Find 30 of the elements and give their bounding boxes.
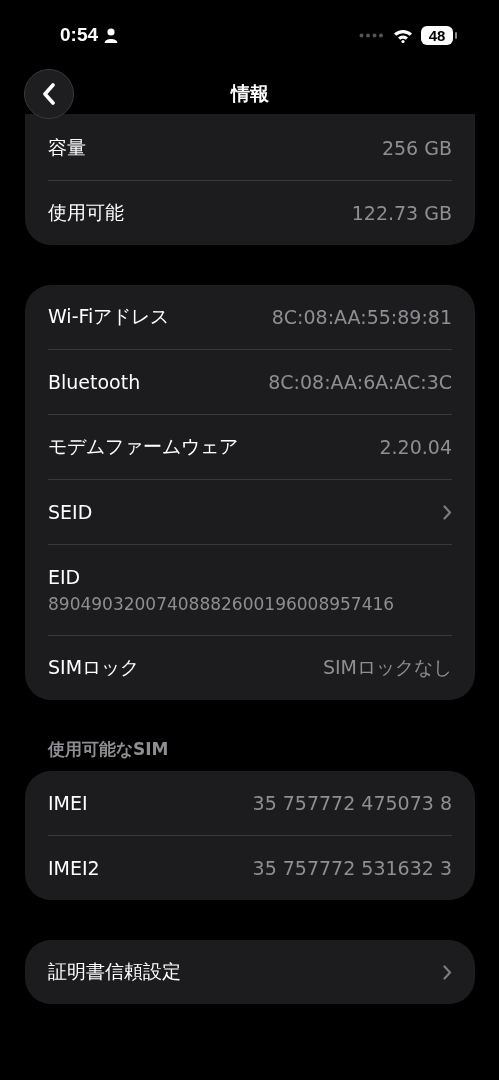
row-value: 35 757772 531632 3 bbox=[252, 857, 452, 879]
signal-icon bbox=[359, 32, 385, 38]
settings-row[interactable]: SEID bbox=[48, 480, 452, 545]
row-value: 8C:08:AA:6A:AC:3C bbox=[268, 371, 452, 393]
row-label: 容量 bbox=[48, 135, 86, 160]
back-button[interactable] bbox=[24, 69, 74, 119]
row-label: SIMロック bbox=[48, 655, 140, 680]
row-label: 使用可能 bbox=[48, 200, 124, 225]
row-value: SIMロックなし bbox=[322, 655, 452, 680]
chevron-icon bbox=[443, 504, 452, 520]
row-value: 256 GB bbox=[381, 137, 452, 159]
row-value: 8C:08:AA:55:89:81 bbox=[271, 306, 452, 328]
row-label: Wi-Fiアドレス bbox=[48, 304, 170, 329]
row-value: 122.73 GB bbox=[351, 202, 452, 224]
row-value: 89049032007408882600196008957416 bbox=[48, 594, 395, 614]
row-label: Bluetooth bbox=[48, 371, 141, 393]
section-header: 使用可能なSIM bbox=[47, 738, 170, 761]
back-chevron-icon bbox=[42, 83, 56, 105]
settings-row[interactable]: 証明書信頼設定 bbox=[48, 940, 452, 1004]
person-icon bbox=[104, 27, 119, 43]
row-value: 35 757772 475073 8 bbox=[252, 792, 452, 814]
row-label: IMEI bbox=[48, 792, 88, 814]
row-label: EID bbox=[48, 566, 81, 588]
chevron-icon bbox=[443, 964, 452, 980]
row-value: 2.20.04 bbox=[379, 436, 452, 458]
page-title: 情報 bbox=[230, 81, 269, 106]
wifi-icon bbox=[393, 27, 413, 43]
row-label: IMEI2 bbox=[48, 857, 100, 879]
status-time: 0:54 bbox=[60, 24, 99, 46]
row-label: モデムファームウェア bbox=[48, 434, 238, 459]
